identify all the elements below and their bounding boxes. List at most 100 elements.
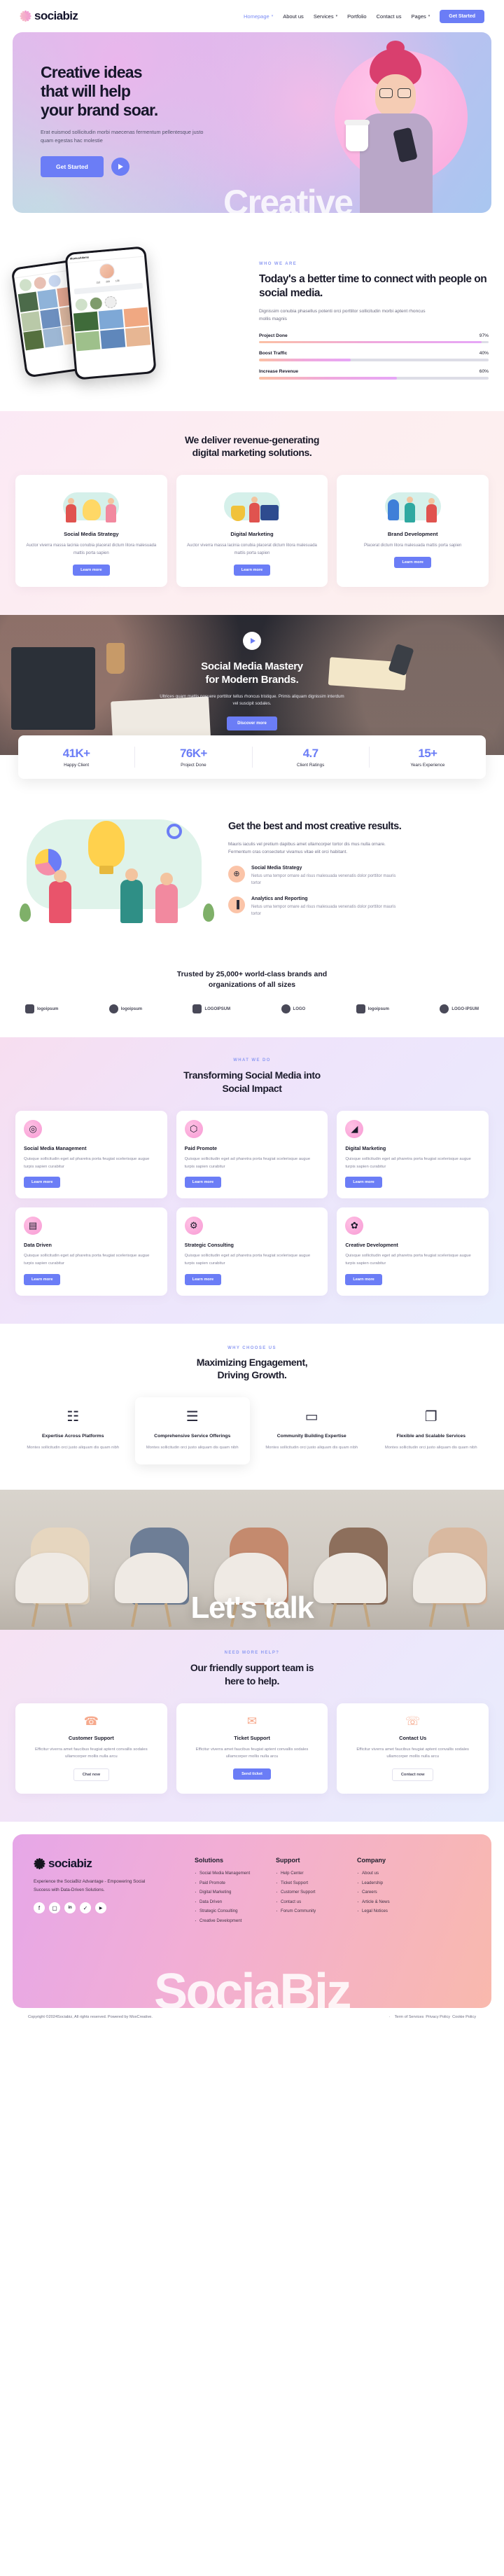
benefit-card-flexible-and-scalable-services[interactable]: ❐ Flexible and Scalable Services Montes …: [374, 1397, 489, 1464]
hero-person-illustration: [344, 41, 449, 213]
twitter-icon[interactable]: ✓: [80, 1902, 91, 1914]
nav-item-services[interactable]: Services ▾: [314, 13, 337, 20]
service-card[interactable]: Social Media Strategy Auctor viverra mas…: [15, 475, 167, 587]
linkedin-icon[interactable]: in: [64, 1902, 76, 1914]
footer-link[interactable]: Help Center: [276, 1870, 343, 1876]
footer-link[interactable]: Ticket Support: [276, 1880, 343, 1886]
benefit-card-comprehensive-service-offerings[interactable]: ☰ Comprehensive Service Offerings Montes…: [134, 1397, 250, 1465]
whatwedo-card-paid-promote[interactable]: ⬡ Paid Promote Quisque sollicitudin eget…: [176, 1111, 328, 1199]
youtube-icon[interactable]: ▶: [95, 1902, 106, 1914]
service-card[interactable]: Digital Marketing Auctor viverra massa l…: [176, 475, 328, 587]
footer-link[interactable]: Digital Marketing: [195, 1889, 262, 1895]
support-card-text: Efficitur viverra amet faucibus feugiat …: [356, 1747, 470, 1759]
services-section: We deliver revenue-generating digital ma…: [0, 410, 504, 615]
nav-item-about-us[interactable]: About us: [283, 13, 304, 20]
service-card-title: Social Media Strategy: [64, 531, 119, 538]
service-learn-more-button[interactable]: Learn more: [394, 557, 431, 569]
service-learn-more-button[interactable]: Learn more: [233, 564, 271, 576]
footer-link[interactable]: Paid Promote: [195, 1880, 262, 1886]
lets-talk-banner: Let's talk: [0, 1490, 504, 1630]
whatwedo-card-digital-marketing[interactable]: ◢ Digital Marketing Quisque sollicitudin…: [337, 1111, 489, 1199]
chat-bubble-icon: ▭: [304, 1409, 318, 1425]
footer-logo[interactable]: sociabiz: [34, 1857, 181, 1871]
about-section: MonicaAdams 152 209 138 WHO WE ARE Today…: [0, 213, 504, 411]
services-cards: Social Media Strategy Auctor viverra mas…: [15, 475, 489, 587]
chat-now-button[interactable]: Chat now: [73, 1768, 109, 1782]
nav-item-portfolio[interactable]: Portfolio: [347, 13, 367, 20]
footer-link[interactable]: Data Driven: [195, 1899, 262, 1905]
instagram-icon[interactable]: ▢: [49, 1902, 60, 1914]
learn-more-button[interactable]: Learn more: [24, 1177, 61, 1189]
video-play-button-icon[interactable]: [243, 631, 261, 650]
whatwedo-card-strategic-consulting[interactable]: ⚙ Strategic Consulting Quisque sollicitu…: [176, 1207, 328, 1296]
brand-logo[interactable]: sociabiz: [20, 9, 78, 23]
learn-more-button[interactable]: Learn more: [184, 1177, 222, 1189]
support-card-contact-us[interactable]: ☏ Contact Us Efficitur viverra amet fauc…: [337, 1703, 489, 1794]
discover-more-button[interactable]: Discover more: [227, 716, 277, 730]
what-we-do-section: WHAT WE DO Transforming Social Media int…: [0, 1037, 504, 1324]
benefit-card-community-building-expertise[interactable]: ▭ Community Building Expertise Montes so…: [254, 1397, 370, 1464]
maximizing-eyebrow: WHY CHOOSE US: [227, 1345, 276, 1350]
facebook-icon[interactable]: f: [34, 1902, 45, 1914]
support-card-customer-support[interactable]: ☎ Customer Support Efficitur viverra ame…: [15, 1703, 167, 1794]
footer-column-support: Support Help Center Ticket Support Custo…: [276, 1857, 343, 1927]
chevron-down-icon: ▾: [271, 14, 274, 18]
footer-link[interactable]: Article & News: [357, 1899, 424, 1905]
footer-link[interactable]: Careers: [357, 1889, 424, 1895]
card-text: Quisque sollicitudin eget ad pharetra po…: [24, 1157, 150, 1169]
footer-link[interactable]: Creative Development: [195, 1918, 262, 1924]
send-ticket-button[interactable]: Send ticket: [233, 1768, 271, 1780]
footer-link[interactable]: Social Media Management: [195, 1870, 262, 1876]
brand-logo-label: logoipsum: [368, 1006, 389, 1011]
legal-link-cookie[interactable]: Cookie Policy: [450, 2015, 476, 2019]
footer-link[interactable]: Legal Notices: [357, 1908, 424, 1914]
bar-value: 97%: [479, 333, 489, 338]
database-icon: ▤: [24, 1217, 42, 1235]
benefit-title: Flexible and Scalable Services: [396, 1434, 466, 1439]
features-paragraph: Mauris iaculis vel pretium dapibus amet …: [228, 841, 386, 855]
feature-item-text: Netus urna tempor ornare ad risus malesu…: [251, 904, 396, 917]
footer-link[interactable]: Strategic Consulting: [195, 1908, 262, 1914]
service-card-text: Auctor viverra massa lacinia conubia pla…: [187, 543, 317, 556]
footer-column-title: Company: [357, 1857, 386, 1864]
service-card[interactable]: Brand Development Placerat dictum litora…: [337, 475, 489, 587]
nav-item-homepage[interactable]: Homepage ▾: [244, 13, 273, 20]
hero-get-started-button[interactable]: Get Started: [41, 155, 104, 177]
nav-item-contact-us[interactable]: Contact us: [377, 13, 402, 20]
features-content: Get the best and most creative results. …: [228, 820, 489, 918]
whatwedo-card-creative-development[interactable]: ✿ Creative Development Quisque sollicitu…: [337, 1207, 489, 1296]
legal-link-terms[interactable]: Term of Services: [393, 2015, 424, 2019]
learn-more-button[interactable]: Learn more: [184, 1273, 222, 1285]
learn-more-button[interactable]: Learn more: [24, 1273, 61, 1285]
service-learn-more-button[interactable]: Learn more: [73, 564, 110, 576]
footer-link[interactable]: Leadership: [357, 1880, 424, 1886]
benefit-card-expertise-across-platforms[interactable]: ☷ Expertise Across Platforms Montes soll…: [15, 1397, 131, 1464]
whatwedo-card-social-media-management[interactable]: ◎ Social Media Management Quisque sollic…: [15, 1111, 167, 1199]
nav-label: Services: [313, 13, 334, 20]
get-started-button[interactable]: Get Started: [440, 9, 484, 23]
stat-label: Client Ratings: [297, 762, 325, 768]
footer-link[interactable]: Forum Community: [276, 1908, 343, 1914]
ticket-icon: ✉: [246, 1714, 258, 1728]
bar-label: Project Done: [259, 333, 288, 338]
footer-brand-block: sociabiz Experience the SociaBiz Advanta…: [34, 1857, 181, 1927]
stat-label: Project Done: [181, 762, 206, 768]
maximizing-title-line-1: Maximizing Engagement,: [196, 1356, 308, 1368]
whatwedo-card-data-driven[interactable]: ▤ Data Driven Quisque sollicitudin eget …: [15, 1207, 167, 1296]
stat-label: Years Experience: [410, 762, 445, 768]
support-card-ticket-support[interactable]: ✉ Ticket Support Efficitur viverra amet …: [176, 1703, 328, 1794]
footer-link[interactable]: About us: [357, 1870, 424, 1876]
nav-item-pages[interactable]: Pages ▾: [411, 13, 430, 20]
footer-link[interactable]: Customer Support: [276, 1889, 343, 1895]
legal-link-privacy[interactable]: Privacy Policy: [424, 2015, 450, 2019]
learn-more-button[interactable]: Learn more: [345, 1177, 382, 1189]
support-card-title: Ticket Support: [234, 1734, 270, 1741]
about-title: Today's a better time to connect with pe…: [259, 273, 487, 299]
video-banner-section: Social Media Mastery for Modern Brands. …: [0, 614, 504, 755]
footer-link[interactable]: Contact us: [276, 1899, 343, 1905]
support-title-line-2: here to help.: [224, 1675, 280, 1687]
hero-play-button-icon[interactable]: [111, 157, 130, 176]
learn-more-button[interactable]: Learn more: [345, 1273, 382, 1285]
contact-now-button[interactable]: Contact now: [391, 1768, 434, 1782]
layers-icon: ⬡: [184, 1120, 203, 1139]
